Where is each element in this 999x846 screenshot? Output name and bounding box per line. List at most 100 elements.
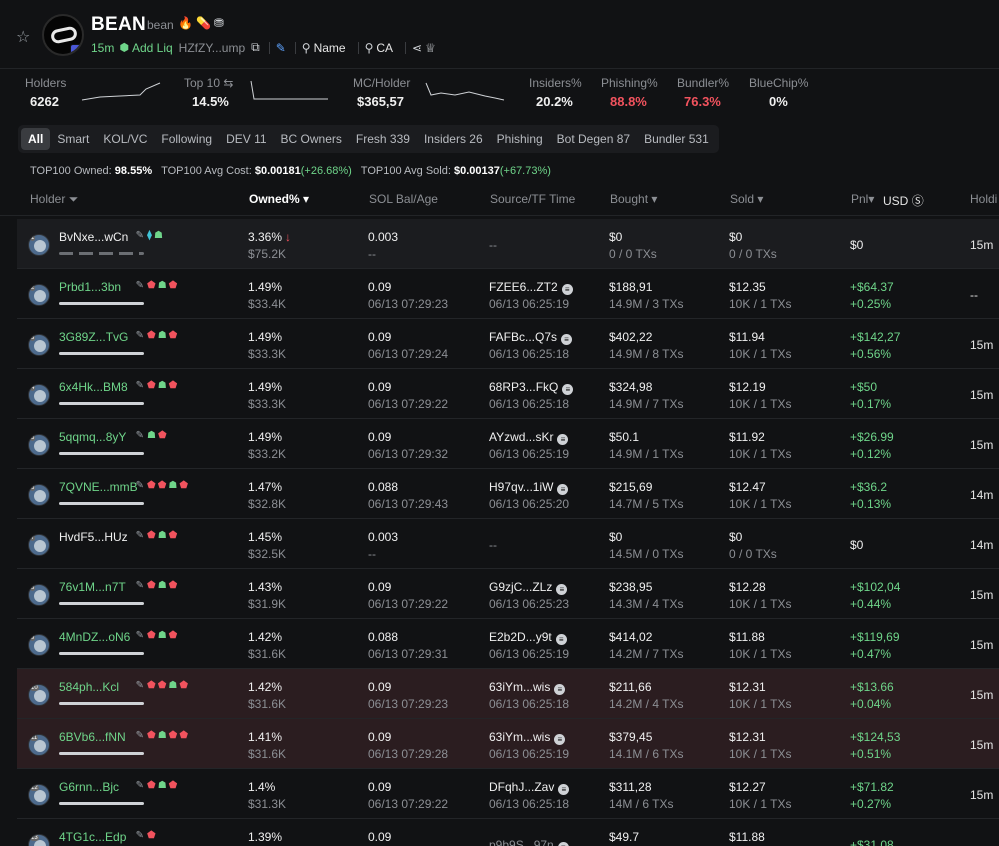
star-icon[interactable]: ☆ [16,27,30,47]
holder-address-link[interactable]: HvdF5...HUz [59,530,128,544]
filter-icon[interactable]: ⏷ [69,192,79,206]
edit-icon[interactable]: ✎ [136,330,144,341]
table-row[interactable]: 6 7QVNE...mmB ✎ ⬟ ⬟ ☗ ⬟ 1.47% $32.8K 0.088 0… [17,469,999,519]
source-link[interactable]: 63iYm...wis ≡ [489,730,566,745]
col-pnl[interactable]: Pnl▾ [851,192,874,206]
owned-usd: $33.3K [248,347,287,361]
bought-amount: $49.7 [609,830,640,844]
holder-address-link[interactable]: 3G89Z...TvG [59,330,128,344]
source-link[interactable]: H97qv...1iW ≡ [489,480,569,495]
table-row[interactable]: 5 5qqmq...8yY ✎ ☗ ⬟ 1.49% $33.2K 0.09 06/1… [17,419,999,469]
holder-address-link[interactable]: 4TG1c...Edp [59,830,126,844]
table-row[interactable]: 3 3G89Z...TvG ✎ ⬟ ☗ ⬟ 1.49% $33.3K 0.09 06/… [17,319,999,369]
source-link[interactable]: 63iYm...wis ≡ [489,680,566,695]
tab-all[interactable]: All [21,128,51,150]
table-row[interactable]: 1 BvNxe...wCn ✎ ⧫ ☗ 3.36% ↓ $75.2K 0.003 --… [17,219,999,269]
edit-icon[interactable]: ✎ [136,380,144,391]
source-link[interactable]: E2b2D...y9t ≡ [489,630,567,645]
edit-icon[interactable]: ✎ [136,780,144,791]
avatar: 12 [28,784,50,806]
crown-icon[interactable]: ♕ [425,41,436,55]
holder-address-link[interactable]: 76v1M...n7T [59,580,126,594]
holder-address-link[interactable]: BvNxe...wCn [59,230,128,244]
token-header: ☆ BEAN bean 🔥 💊 ⛃ 15m ⬢ Add Liq HZfZY...um… [0,0,999,66]
holder-address-link[interactable]: 7QVNE...mmB [59,480,138,494]
edit-icon[interactable]: ✎ [136,280,144,291]
edit-icon[interactable]: ✎ [136,430,144,441]
edit-icon[interactable]: ✎ [136,480,144,491]
add-liq-link[interactable]: Add Liq [132,41,173,55]
tab-following[interactable]: Following [154,128,219,150]
table-row[interactable]: 11 6BVb6...fNN ✎ ⬟ ☗ ⬟ ⬟ 1.41% $31.6K 0.09 0… [17,719,999,769]
red-tag-icon: ⬟ [179,680,189,691]
col-holding[interactable]: Holdi [970,192,997,206]
share-icon[interactable]: ⋖ [412,41,422,55]
source-link[interactable]: 68RP3...FkQ ≡ [489,380,574,395]
arrow-down-icon: ↓ [285,230,292,244]
col-sold[interactable]: Sold ▾ [730,192,763,206]
holder-address-link[interactable]: Prbd1...3bn [59,280,121,294]
rank-badge: 7 [30,535,36,541]
col-owned[interactable]: Owned% ▾ [249,192,309,206]
edit-icon[interactable]: ✎ [136,630,144,641]
red-tag-icon: ⬟ [168,380,178,391]
tab-bot-degen[interactable]: Bot Degen 87 [550,128,637,150]
red-tag-icon: ⬟ [146,280,156,291]
owned-usd: $33.2K [248,447,287,461]
source-link[interactable]: FAFBc...Q7s ≡ [489,330,573,345]
table-row[interactable]: 7 HvdF5...HUz ✎ ⬟ ☗ ⬟ 1.45% $32.5K 0.003 --… [17,519,999,569]
copy-icon[interactable]: ⧉ [251,40,260,55]
tab-phishing[interactable]: Phishing [490,128,550,150]
table-row[interactable]: 8 76v1M...n7T ✎ ⬟ ☗ ⬟ 1.43% $31.9K 0.09 06/… [17,569,999,619]
pump-link-icon[interactable]: ✎ [276,41,286,55]
edit-icon[interactable]: ✎ [136,530,144,541]
table-row[interactable]: 13 4TG1c...Edp ✎ ⬟ 1.39% 0.09 p9b9S...97n… [17,819,999,846]
tab-bundler[interactable]: Bundler 531 [637,128,716,150]
source-link[interactable]: FZEE6...ZT2 ≡ [489,280,573,295]
edit-icon[interactable]: ✎ [136,230,144,241]
edit-icon[interactable]: ✎ [136,580,144,591]
source-time: 06/13 06:25:18 [489,697,570,711]
source-link[interactable]: G9zjC...ZLz ≡ [489,580,568,595]
edit-icon[interactable]: ✎ [136,680,144,691]
source-icon: ≡ [555,634,567,645]
table-row[interactable]: 9 4MnDZ...oN6 ✎ ⬟ ☗ ⬟ 1.42% $31.6K 0.088 06… [17,619,999,669]
tab-kol-vc[interactable]: KOL/VC [96,128,154,150]
tab-bc-owners[interactable]: BC Owners [274,128,349,150]
sold-amount: $12.47 [729,480,766,494]
holder-address-link[interactable]: 6BVb6...fNN [59,730,126,744]
holder-address-link[interactable]: 4MnDZ...oN6 [59,630,130,644]
search-name-link[interactable]: Name [314,41,346,55]
swap-icon[interactable]: ⇆ [223,76,233,90]
table-row[interactable]: 12 G6rnn...Bjc ✎ ⬟ ☗ ⬟ 1.4% $31.3K 0.09 06/… [17,769,999,819]
col-source[interactable]: Source/TF Time [490,192,575,206]
holder-address-link[interactable]: 5qqmq...8yY [59,430,126,444]
rank-badge: 6 [30,485,36,491]
table-row[interactable]: 10 584ph...Kcl ✎ ⬟ ⬟ ☗ ⬟ 1.42% $31.6K 0.09 0… [17,669,999,719]
currency-toggle[interactable]: USD Ⓢ [883,192,924,209]
tab-dev[interactable]: DEV 11 [219,128,273,150]
source-time: 06/13 06:25:18 [489,347,570,361]
col-sol-bal[interactable]: SOL Bal/Age [369,192,438,206]
holder-address-link[interactable]: G6rnn...Bjc [59,780,119,794]
tab-insiders[interactable]: Insiders 26 [417,128,490,150]
bought-sub: 14.9M / 3 TXs [609,297,684,311]
holder-address-link[interactable]: 584ph...Kcl [59,680,119,694]
table-row[interactable]: 2 Prbd1...3bn ✎ ⬟ ☗ ⬟ 1.49% $33.4K 0.09 06/… [17,269,999,319]
search-ca-link[interactable]: CA [376,41,393,55]
holder-tags: ✎ ⬟ [136,830,158,841]
source-link[interactable]: AYzwd...sKr ≡ [489,430,569,445]
edit-icon[interactable]: ✎ [136,830,144,841]
tab-fresh[interactable]: Fresh 339 [349,128,417,150]
edit-icon[interactable]: ✎ [136,730,144,741]
tab-smart[interactable]: Smart [50,128,96,150]
col-bought[interactable]: Bought ▾ [610,192,657,206]
contract-address: HZfZY...ump [178,40,246,55]
source-time: 06/13 06:25:19 [489,297,570,311]
col-holder[interactable]: Holder ⏷ [30,192,78,207]
dollar-icon: Ⓢ [911,194,924,208]
source-time: 06/13 06:25:18 [489,397,570,411]
table-row[interactable]: 4 6x4Hk...BM8 ✎ ⬟ ☗ ⬟ 1.49% $33.3K 0.09 06/… [17,369,999,419]
holder-address-link[interactable]: 6x4Hk...BM8 [59,380,128,394]
source-link[interactable]: DFqhJ...Zav ≡ [489,780,570,795]
